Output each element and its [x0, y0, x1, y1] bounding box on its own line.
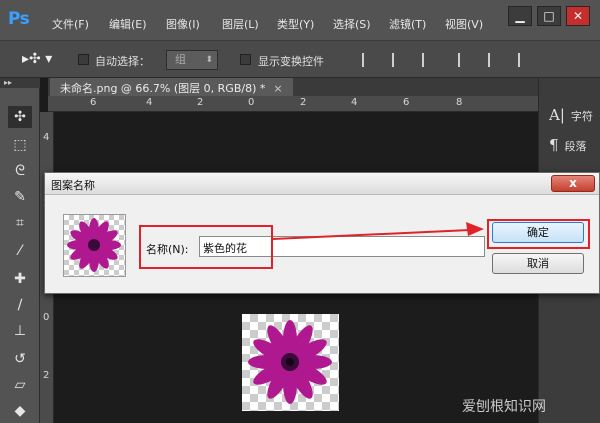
minimize-button[interactable]: ▁ [508, 6, 532, 26]
auto-select-value: 组 [175, 53, 186, 66]
align-hcenter-icon[interactable] [488, 53, 500, 67]
auto-select-label: 自动选择： [95, 55, 150, 68]
menu-type[interactable]: 类型(Y) [277, 16, 314, 32]
character-label: 字符 [570, 110, 593, 123]
options-bar: ▸✣ ▾ 自动选择： 组 ⬍ 显示变换控件 [0, 40, 600, 78]
paint-bucket-tool-icon[interactable]: ◆ [8, 400, 32, 422]
close-tab-icon[interactable]: × [273, 82, 282, 95]
eraser-tool-icon[interactable]: ▱ [8, 374, 32, 396]
tools-panel: ▸▸ ✣ ⬚ ᘓ ✎ ⌗ ⁄ ✚ ∕ ⊥ ↺ ▱ ◆ [0, 78, 40, 423]
ruler-top-label: 6 [90, 97, 97, 108]
maximize-button[interactable]: □ [537, 6, 561, 26]
panel-collapse-icon[interactable]: ▸▸ [0, 78, 40, 88]
ruler-top-label: 4 [351, 97, 358, 108]
flower-image [248, 320, 332, 404]
cancel-button[interactable]: 取消 [492, 253, 584, 274]
ruler-top-label: 2 [197, 97, 204, 108]
document-tab-bar: 未命名.png @ 66.7% (图层 0, RGB/8) * × [48, 78, 538, 96]
brush-tool-icon[interactable]: ∕ [8, 294, 32, 316]
paragraph-label: 段落 [564, 140, 587, 153]
menu-layer[interactable]: 图层(L) [222, 16, 259, 32]
ruler-left-label: 2 [43, 370, 50, 381]
align-bottom-icon[interactable] [422, 53, 434, 67]
ruler-top-label: 2 [300, 97, 307, 108]
eyedropper-tool-icon[interactable]: ⁄ [8, 240, 32, 262]
menu-view[interactable]: 视图(V) [445, 16, 483, 32]
ruler-top-label: 0 [248, 97, 255, 108]
show-transform-checkbox[interactable] [240, 54, 251, 65]
photoshop-logo: Ps [8, 9, 30, 29]
ruler-left-label: 4 [43, 132, 50, 143]
ruler-top-label: 8 [456, 97, 463, 108]
menu-bar: Ps 文件(F) 编辑(E) 图像(I) 图层(L) 类型(Y) 选择(S) 滤… [0, 0, 600, 40]
close-window-button[interactable]: ✕ [566, 6, 590, 26]
quick-select-tool-icon[interactable]: ✎ [8, 186, 32, 208]
character-panel-item[interactable]: A| 字符 [549, 106, 593, 124]
menu-select[interactable]: 选择(S) [333, 16, 371, 32]
name-field-highlight [139, 225, 273, 269]
align-left-icon[interactable] [458, 53, 470, 67]
ok-button-highlight [487, 219, 590, 249]
ruler-left-label: 0 [43, 312, 50, 323]
dialog-title-bar[interactable]: 图案名称 [45, 173, 599, 195]
document-tab[interactable]: 未命名.png @ 66.7% (图层 0, RGB/8) * × [50, 78, 293, 96]
transparent-canvas[interactable] [242, 314, 339, 411]
pattern-thumbnail [63, 214, 126, 277]
stamp-tool-icon[interactable]: ⊥ [8, 320, 32, 342]
horizontal-ruler: 6 4 2 0 2 4 6 8 [48, 96, 538, 112]
healing-brush-tool-icon[interactable]: ✚ [8, 268, 32, 290]
paragraph-panel-item[interactable]: ¶ 段落 [549, 136, 587, 154]
show-transform-label: 显示变换控件 [258, 55, 324, 68]
align-right-icon[interactable] [518, 53, 530, 67]
ruler-top-label: 4 [146, 97, 153, 108]
menu-edit[interactable]: 编辑(E) [109, 16, 147, 32]
auto-select-checkbox[interactable] [78, 54, 89, 65]
crop-tool-icon[interactable]: ⌗ [8, 212, 32, 234]
menu-filter[interactable]: 滤镜(T) [389, 16, 426, 32]
menu-image[interactable]: 图像(I) [166, 16, 200, 32]
dialog-close-button[interactable]: x [551, 175, 595, 192]
paragraph-icon: ¶ [549, 136, 559, 154]
character-icon: A| [549, 106, 565, 124]
dialog-title: 图案名称 [51, 179, 95, 192]
move-tool-icon[interactable]: ✣ [8, 106, 32, 128]
history-brush-tool-icon[interactable]: ↺ [8, 348, 32, 370]
flower-thumbnail-image [67, 218, 121, 272]
marquee-tool-icon[interactable]: ⬚ [8, 134, 32, 156]
align-top-icon[interactable] [362, 53, 374, 67]
lasso-tool-icon[interactable]: ᘓ [8, 160, 32, 182]
ruler-top-label: 6 [403, 97, 410, 108]
document-tab-label: 未命名.png @ 66.7% (图层 0, RGB/8) * [60, 82, 266, 95]
move-tool-icon[interactable]: ▸✣ ▾ [22, 51, 52, 67]
auto-select-dropdown[interactable]: 组 ⬍ [166, 50, 218, 70]
menu-file[interactable]: 文件(F) [52, 16, 89, 32]
align-vcenter-icon[interactable] [392, 53, 404, 67]
watermark: 爱刨根知识网 [462, 399, 546, 415]
stepper-icon: ⬍ [205, 55, 213, 65]
thumbnail-checker [64, 215, 125, 276]
